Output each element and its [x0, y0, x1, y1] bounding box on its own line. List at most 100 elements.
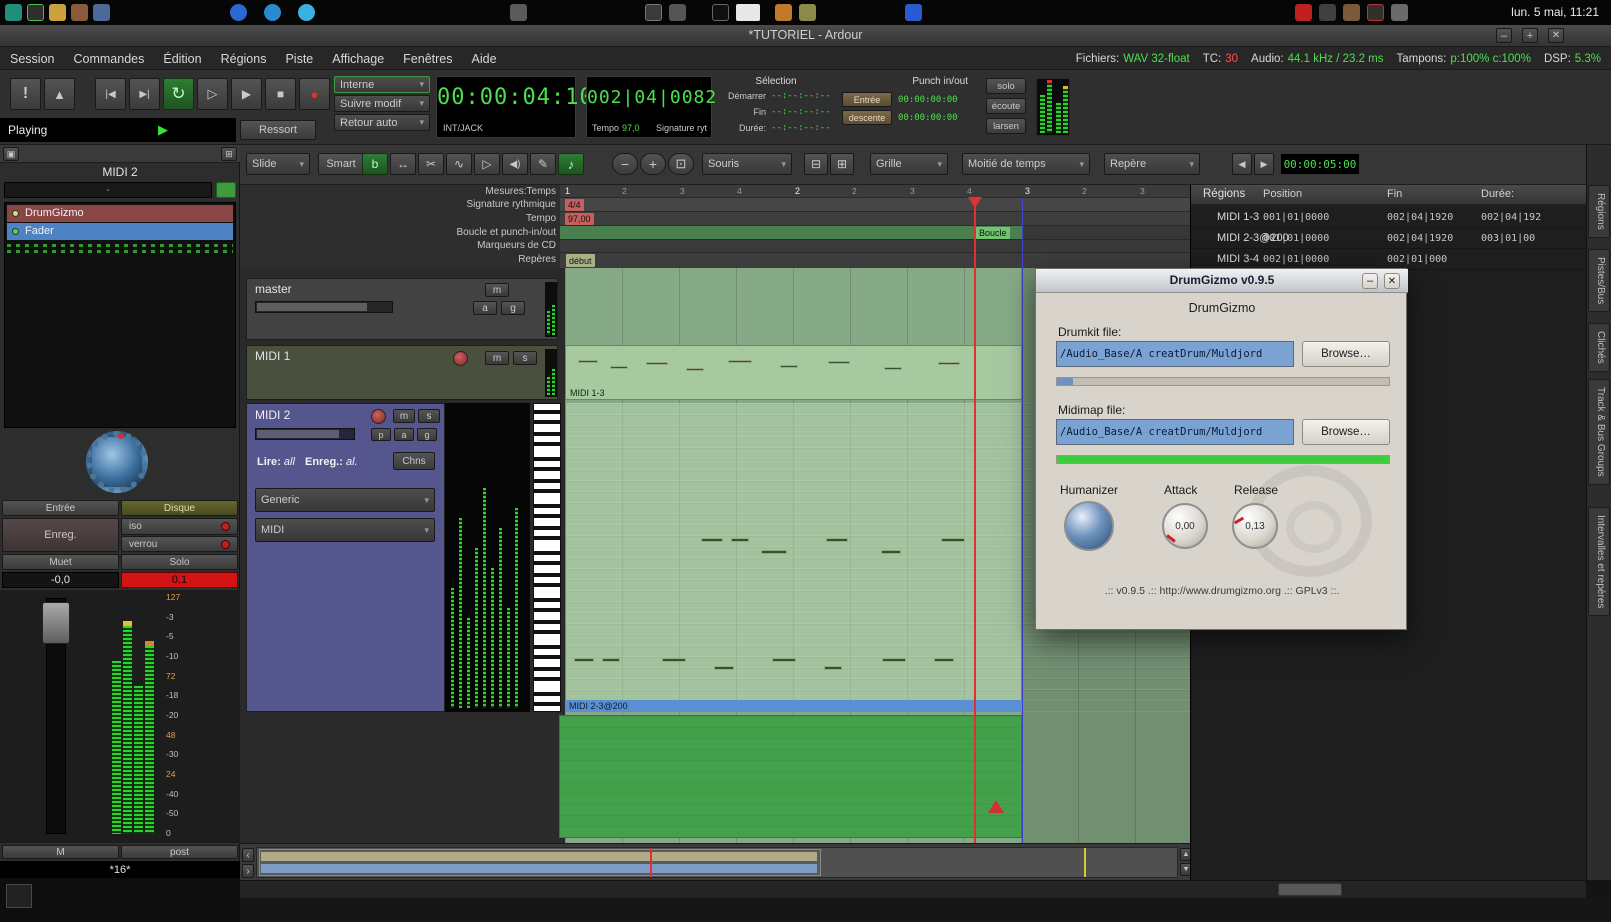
zoom-focus-select[interactable]: Souris: [702, 153, 792, 175]
midi-note[interactable]: [701, 538, 723, 542]
midimap-file-input[interactable]: [1056, 419, 1294, 445]
ruler-label-markers[interactable]: Repères: [240, 254, 556, 265]
tray-icon[interactable]: [799, 4, 816, 21]
regions-column-end[interactable]: Fin: [1387, 188, 1402, 200]
search-icon[interactable]: [645, 4, 662, 21]
mixer-track-name[interactable]: MIDI 2: [0, 165, 240, 179]
tray-icon[interactable]: [712, 4, 729, 21]
midi-note[interactable]: [772, 658, 796, 662]
tab-regions[interactable]: Régions: [1588, 185, 1610, 238]
processor-box[interactable]: DrumGizmo Fader: [4, 202, 236, 428]
auto-return-select[interactable]: Retour auto: [334, 114, 430, 131]
disk-monitor-button[interactable]: Disque: [121, 500, 238, 516]
drumkit-file-input[interactable]: [1056, 341, 1294, 367]
tool-stretch-button[interactable]: ∿: [446, 153, 472, 175]
ruler-markers-row[interactable]: [560, 253, 1190, 268]
app-launcher-icon[interactable]: [5, 4, 22, 21]
secondary-clock[interactable]: 002|04|0082 Tempo97,0 Signature ryt: [586, 76, 712, 138]
ruler-label-loop[interactable]: Boucle et punch-in/out: [240, 227, 556, 238]
meter-point-button[interactable]: post: [121, 845, 238, 859]
region-midi1[interactable]: MIDI 1-3: [565, 345, 1022, 400]
nudge-forward-button[interactable]: ▶: [1254, 153, 1274, 175]
window-titlebar[interactable]: *TUTORIEL - Ardour – + ✕: [0, 25, 1611, 47]
tray-icon[interactable]: [775, 4, 792, 21]
nudge-clock[interactable]: 00:00:05:00: [1280, 153, 1360, 175]
playhead-line[interactable]: [974, 268, 976, 843]
ruler-cd-row[interactable]: [560, 240, 1190, 253]
tray-icon[interactable]: [510, 4, 527, 21]
tempo-value[interactable]: 97,0: [622, 123, 640, 133]
track-header-midi2[interactable]: MIDI 2 m s p a g Lire: all Enreg.: al. C…: [246, 403, 445, 712]
menu-regions[interactable]: Régions: [221, 52, 267, 66]
primary-clock[interactable]: 00:00:04:10 INT/JACK: [436, 76, 576, 138]
nudge-back-button[interactable]: ◀: [1232, 153, 1252, 175]
gain-display[interactable]: -0,0: [2, 572, 119, 588]
tool-audition-button[interactable]: ▷: [474, 153, 500, 175]
tab-track-groups[interactable]: Track & Bus Groups: [1588, 379, 1610, 485]
tray-icon[interactable]: [1295, 4, 1312, 21]
record-enable-button[interactable]: Enreg.: [2, 518, 119, 552]
track-playlist-button[interactable]: p: [371, 428, 391, 441]
ruler-meter-row[interactable]: [560, 198, 1190, 212]
release-knob[interactable]: 0,13: [1232, 503, 1278, 549]
tray-icon[interactable]: [1391, 4, 1408, 21]
tab-ranges-markers[interactable]: Intervalles et repères: [1588, 507, 1610, 616]
auditioning-button[interactable]: écoute: [986, 98, 1026, 114]
solo-isolate-button[interactable]: iso: [121, 518, 238, 535]
app-launcher-icon[interactable]: [49, 4, 66, 21]
grid-unit-select[interactable]: Moitié de temps: [962, 153, 1090, 175]
drumgizmo-plugin-window[interactable]: DrumGizmo v0.9.5 – ✕ DrumGizmo Drumkit f…: [1035, 268, 1407, 630]
midi-note[interactable]: [602, 658, 620, 662]
midi-channels-button[interactable]: Chns: [393, 452, 435, 470]
menu-affichage[interactable]: Affichage: [332, 52, 384, 66]
piano-keyboard[interactable]: [533, 403, 561, 712]
strip-detach-icon[interactable]: ⊞: [221, 147, 237, 161]
ruler-bars-row[interactable]: 1 2 3 4 2 2 3 4 3 2 3: [560, 185, 1190, 198]
zoom-fit-button[interactable]: ⊡: [668, 153, 694, 175]
go-to-start-button[interactable]: |◀: [95, 78, 126, 110]
midi-note[interactable]: [882, 658, 906, 662]
mute-button[interactable]: Muet: [2, 554, 119, 570]
tool-cut-button[interactable]: ✂: [418, 153, 444, 175]
humanizer-knob[interactable]: [1064, 501, 1114, 551]
tray-icon[interactable]: [736, 4, 760, 21]
tool-draw-button[interactable]: ✎: [530, 153, 556, 175]
ressort-button[interactable]: Ressort: [240, 120, 316, 140]
loop-range-strip[interactable]: [560, 226, 1022, 239]
track-mute-button[interactable]: m: [485, 351, 509, 365]
midi-note[interactable]: [941, 538, 965, 542]
midi-note[interactable]: [780, 365, 798, 368]
metronome-button[interactable]: ▲: [44, 78, 75, 110]
grid-select[interactable]: Grille: [870, 153, 948, 175]
track-name-label[interactable]: MIDI 1: [255, 349, 290, 363]
app-launcher-icon[interactable]: [71, 4, 88, 21]
track-group-button[interactable]: g: [417, 428, 437, 441]
tool-listen-button[interactable]: ◀): [502, 153, 528, 175]
track-solo-button[interactable]: s: [418, 409, 440, 423]
app-launcher-icon[interactable]: [93, 4, 110, 21]
region-list-row[interactable]: MIDI 1-3 001|01|0000 002|04|1920 002|04|…: [1191, 207, 1587, 228]
midi-note[interactable]: [662, 658, 686, 662]
summary-scroll-left-button[interactable]: ‹: [242, 848, 254, 862]
midi-note[interactable]: [884, 367, 902, 370]
sync-source-select[interactable]: Interne: [334, 76, 430, 93]
app-launcher-icon[interactable]: [27, 4, 44, 21]
track-record-arm-button[interactable]: [453, 351, 468, 366]
drumkit-browse-button[interactable]: Browse…: [1302, 341, 1390, 367]
tab-tracks-bus[interactable]: Pistes/Bus: [1588, 249, 1610, 312]
solo-lock-button[interactable]: verrou: [121, 536, 238, 552]
region-midi2-label-bar[interactable]: MIDI 2-3@200: [565, 700, 1022, 712]
comment-button[interactable]: [216, 182, 236, 198]
follow-edits-select[interactable]: Suivre modif: [334, 95, 430, 112]
midi-note[interactable]: [728, 360, 752, 363]
midi-note[interactable]: [714, 666, 734, 670]
midi-note[interactable]: [686, 368, 704, 371]
midi-rec-channel-value[interactable]: al.: [346, 456, 358, 468]
plugin-minimize-button[interactable]: –: [1362, 273, 1378, 289]
play-range-button[interactable]: ▷: [197, 78, 228, 110]
smart-mode-button[interactable]: Smart: [318, 153, 364, 175]
track-header-midi1[interactable]: MIDI 1 m s: [246, 345, 558, 400]
loop-button[interactable]: ↻: [163, 78, 194, 110]
track-solo-button[interactable]: s: [513, 351, 537, 365]
midi-note[interactable]: [826, 538, 848, 542]
